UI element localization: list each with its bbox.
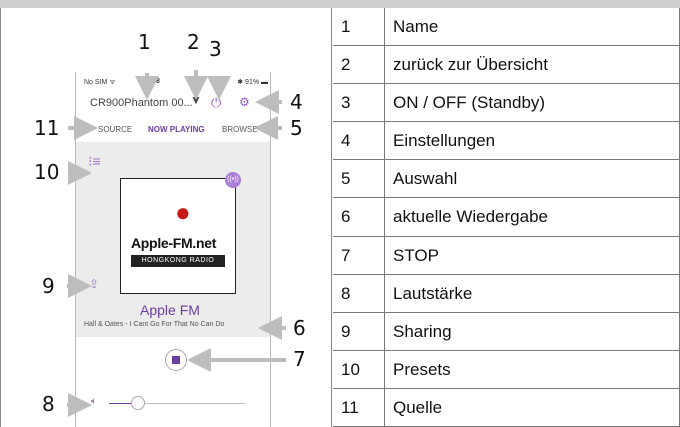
callout-1: 1 — [138, 30, 151, 54]
legend-number: 6 — [333, 198, 385, 236]
legend-label: STOP — [393, 245, 439, 265]
callout-4: 4 — [290, 90, 303, 114]
callout-5: 5 — [290, 116, 303, 140]
legend-number: 7 — [333, 236, 385, 274]
document-figure: No SIM ᯤ 09:28 ✱ 91% ▬ CR900Phantom 00..… — [0, 0, 680, 427]
table-row: 2 zurück zur Übersicht — [333, 46, 679, 85]
legend-number: 11 — [333, 388, 385, 426]
legend-label: Sharing — [393, 321, 452, 341]
callout-3: 3 — [209, 37, 222, 61]
legend-number: 5 — [333, 160, 385, 198]
legend-number: 3 — [333, 84, 385, 122]
callout-2: 2 — [187, 30, 200, 54]
legend-label: Auswahl — [393, 169, 458, 189]
legend-number: 9 — [333, 312, 385, 350]
legend-number: 8 — [333, 274, 385, 312]
table-row: 9 Sharing — [333, 312, 679, 351]
callout-10: 10 — [34, 160, 60, 184]
table-row: 3 ON / OFF (Standby) — [333, 84, 679, 123]
callout-9: 9 — [42, 274, 55, 298]
table-row: 10 Presets — [333, 350, 679, 389]
table-row: 11 Quelle — [333, 388, 679, 427]
table-row: 1 Name — [333, 8, 679, 47]
legend-label: ON / OFF (Standby) — [393, 93, 546, 113]
legend-label: Presets — [393, 359, 451, 379]
table-row: 6 aktuelle Wiedergabe — [333, 198, 679, 237]
legend-label: Einstellungen — [393, 131, 496, 151]
legend-number: 2 — [333, 46, 385, 84]
callout-7: 7 — [293, 347, 306, 371]
legend-label: aktuelle Wiedergabe — [393, 207, 548, 227]
table-row: 8 Lautstärke — [333, 274, 679, 313]
table-row: 5 Auswahl — [333, 160, 679, 199]
table-row: 7 STOP — [333, 236, 679, 275]
callout-11: 11 — [34, 116, 60, 140]
table-row: 4 Einstellungen — [333, 122, 679, 161]
callout-6: 6 — [293, 316, 306, 340]
legend-label: Quelle — [393, 397, 443, 417]
legend-label: zurück zur Übersicht — [393, 55, 548, 75]
legend-label: Name — [393, 17, 439, 36]
legend-number: 1 — [333, 8, 385, 46]
legend-number: 4 — [333, 122, 385, 160]
legend-label: Lautstärke — [393, 283, 473, 303]
callout-8: 8 — [42, 392, 55, 416]
legend-number: 10 — [333, 350, 385, 388]
